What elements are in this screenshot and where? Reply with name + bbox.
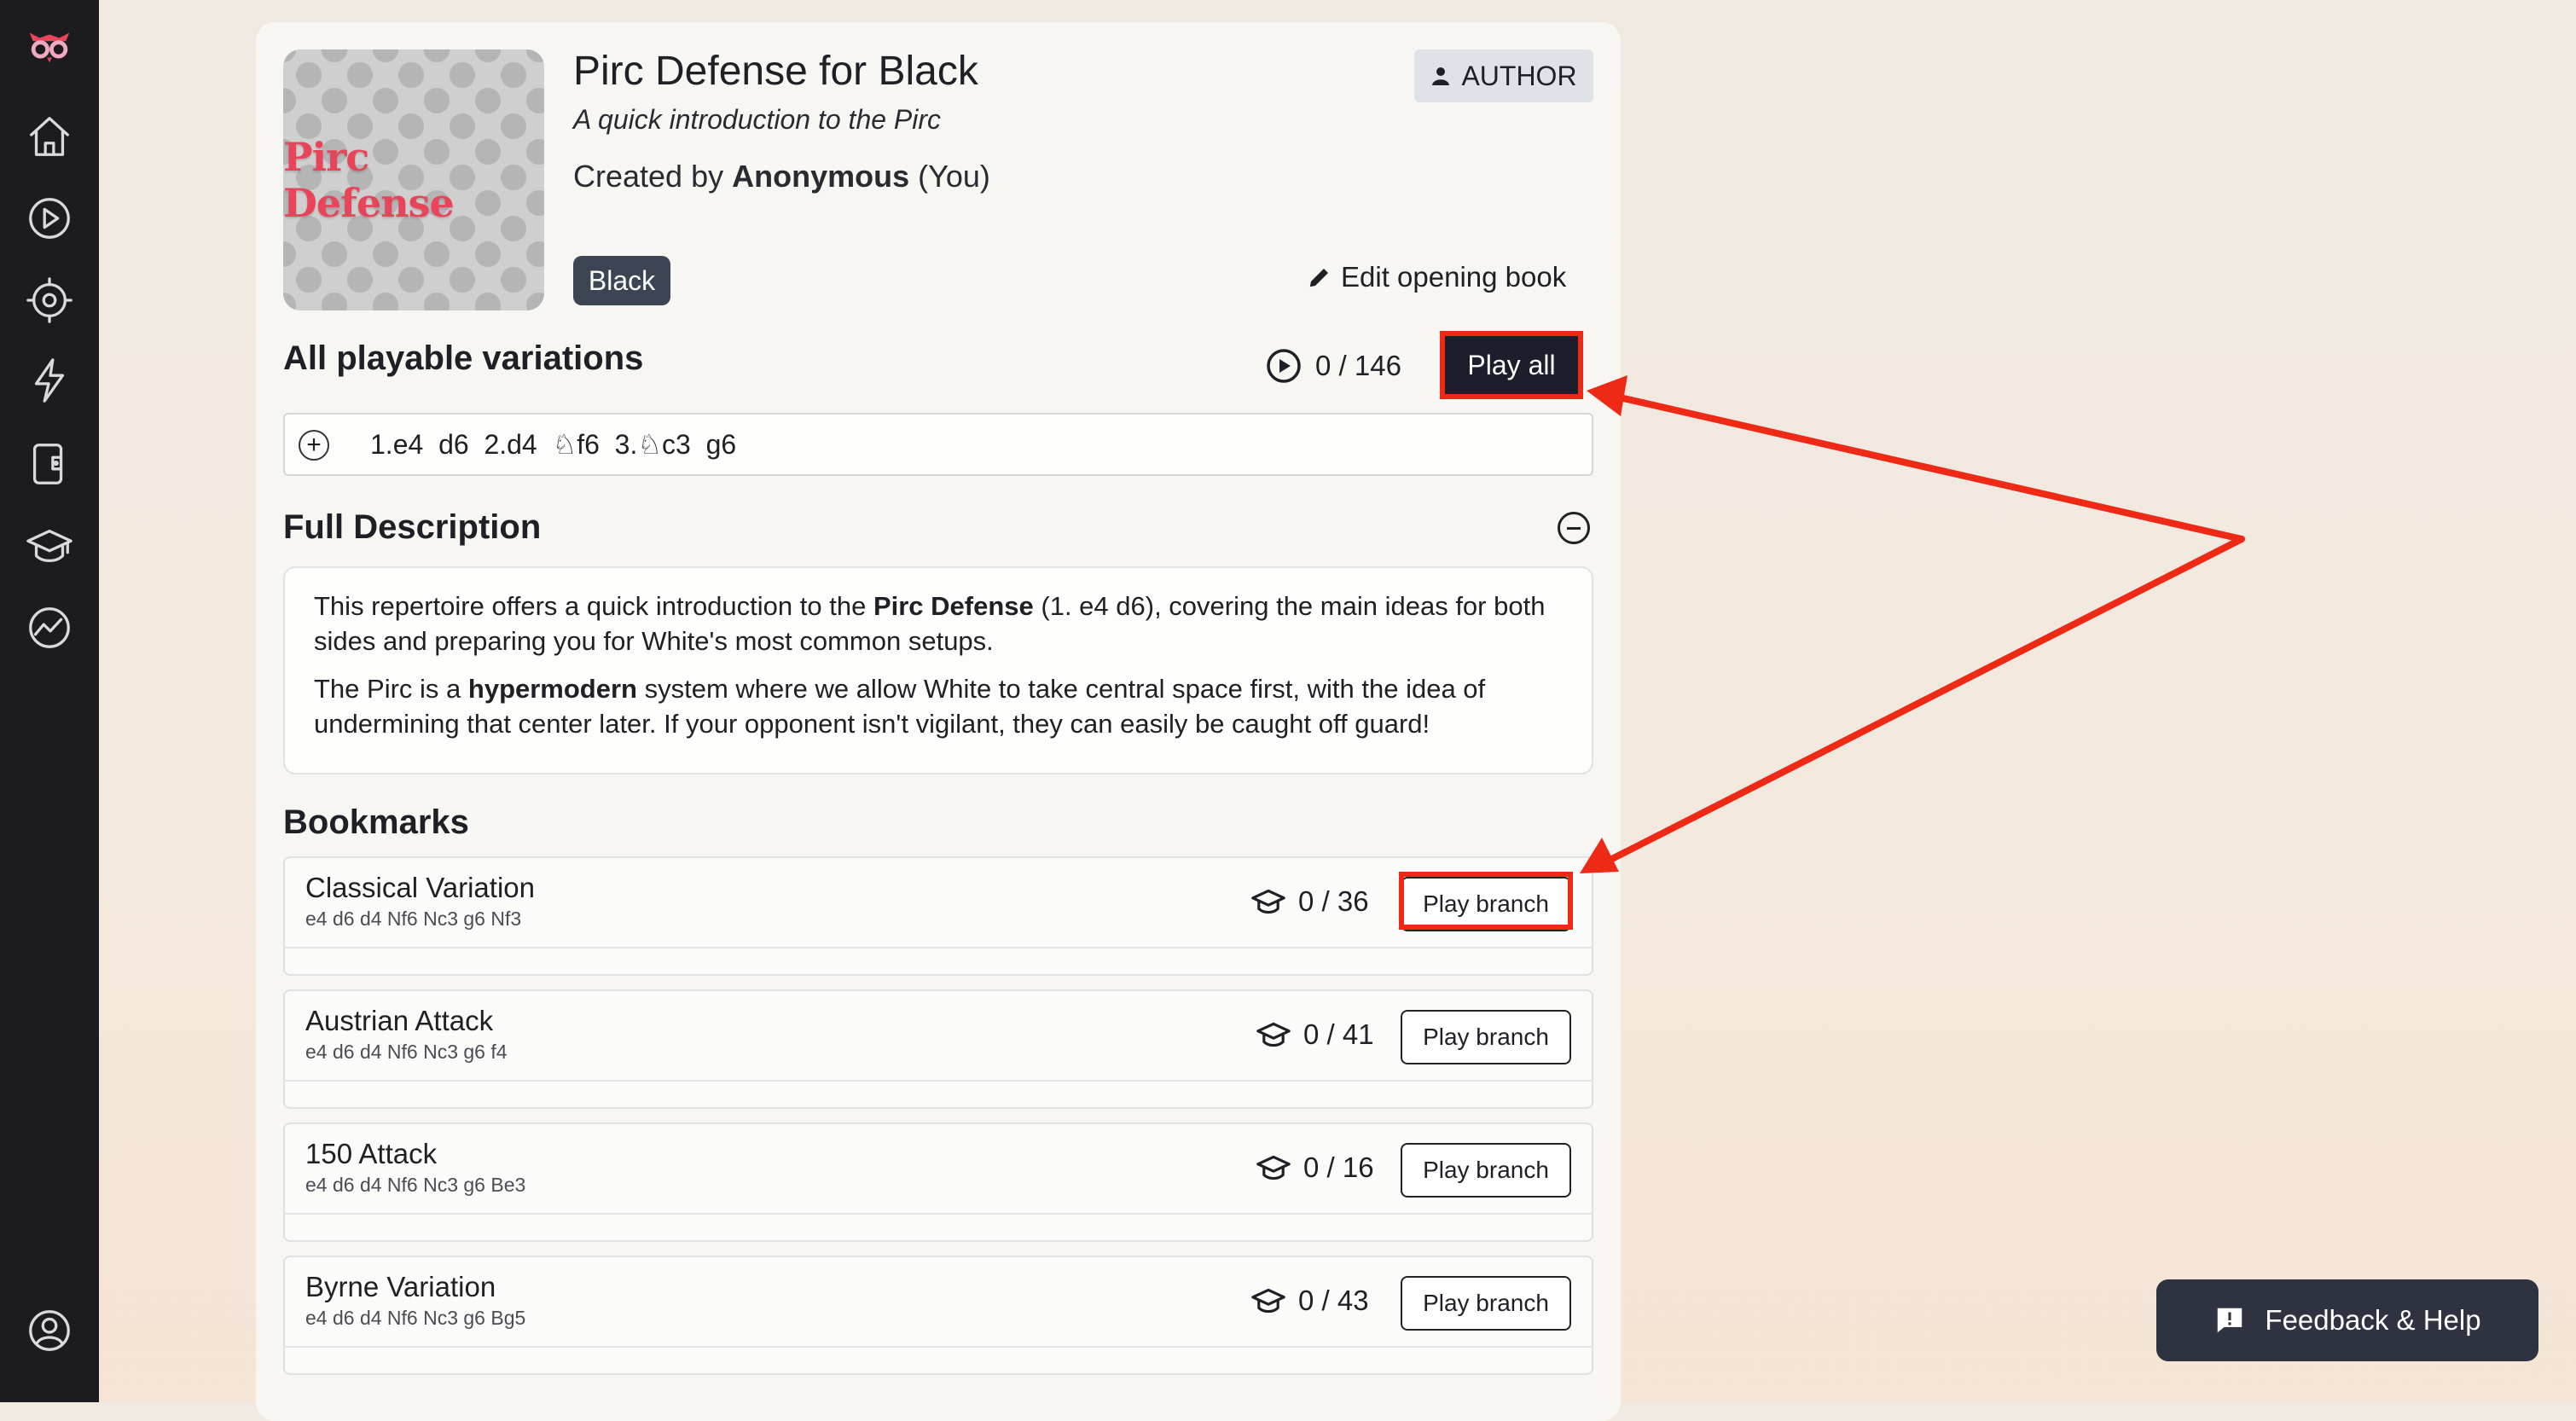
bookmark-moves: e4 d6 d4 Nf6 Nc3 g6 Bg5 bbox=[305, 1307, 526, 1329]
person-icon bbox=[1432, 67, 1450, 85]
description-paragraph: This repertoire offers a quick introduct… bbox=[314, 589, 1563, 658]
bookmark-progress: 0 / 16 bbox=[1256, 1151, 1374, 1184]
user-circle-icon[interactable] bbox=[20, 1302, 78, 1360]
expand-plus-icon[interactable]: + bbox=[299, 430, 329, 461]
target-icon[interactable] bbox=[20, 271, 78, 329]
bookmark-moves: e4 d6 d4 Nf6 Nc3 g6 Nf3 bbox=[305, 908, 522, 930]
bookmark-count: 0 / 36 bbox=[1298, 885, 1369, 917]
play-branch-button[interactable]: Play branch bbox=[1401, 1276, 1571, 1331]
bookmark-progress: 0 / 36 bbox=[1250, 885, 1369, 918]
author-badge[interactable]: AUTHOR bbox=[1414, 49, 1593, 102]
knight-icon: ♘ bbox=[552, 429, 577, 460]
feedback-icon bbox=[2218, 1308, 2242, 1333]
variation-moves: 1.e4 d6 2.d4 ♘f6 3.♘c3 g6 bbox=[370, 428, 736, 461]
bookmark-row: Byrne Variation e4 d6 d4 Nf6 Nc3 g6 Bg5 … bbox=[285, 1257, 1592, 1348]
pencil-icon bbox=[1309, 269, 1328, 287]
move-4: f6 bbox=[577, 429, 600, 460]
lightning-icon[interactable] bbox=[20, 351, 78, 409]
author-label: AUTHOR bbox=[1461, 60, 1577, 91]
variation-row[interactable]: + 1.e4 d6 2.d4 ♘f6 3.♘c3 g6 bbox=[283, 413, 1593, 476]
bookmark-item: 150 Attack e4 d6 d4 Nf6 Nc3 g6 Be3 0 / 1… bbox=[283, 1122, 1593, 1242]
move-2: d6 bbox=[438, 429, 469, 460]
bookmark-name: Byrne Variation bbox=[305, 1271, 496, 1302]
move-3: 2.d4 bbox=[484, 429, 537, 460]
bookmark-count: 0 / 43 bbox=[1298, 1285, 1369, 1316]
bookmark-row: 150 Attack e4 d6 d4 Nf6 Nc3 g6 Be3 0 / 1… bbox=[285, 1124, 1592, 1215]
move-7: g6 bbox=[705, 429, 737, 460]
feedback-label: Feedback & Help bbox=[2265, 1304, 2481, 1336]
owl-logo-icon[interactable] bbox=[20, 17, 78, 75]
chart-icon[interactable] bbox=[20, 599, 78, 657]
book-subtitle: A quick introduction to the Pirc bbox=[573, 104, 942, 135]
created-by: Created by Anonymous (You) bbox=[573, 159, 990, 194]
knight-icon: ♘ bbox=[637, 429, 663, 460]
move-6: c3 bbox=[662, 429, 691, 460]
play-branch-button[interactable]: Play branch bbox=[1401, 1010, 1571, 1064]
description-paragraph: The Pirc is a hypermodern system where w… bbox=[314, 671, 1563, 741]
move-5: 3. bbox=[614, 429, 638, 460]
book-icon[interactable] bbox=[20, 435, 78, 493]
play-icon[interactable] bbox=[20, 189, 78, 247]
page-title: Pirc Defense for Black bbox=[573, 49, 978, 94]
description-box: This repertoire offers a quick introduct… bbox=[283, 566, 1593, 774]
graduation-cap-icon bbox=[1251, 1288, 1285, 1314]
color-tag: Black bbox=[573, 256, 670, 305]
bookmark-row: Classical Variation e4 d6 d4 Nf6 Nc3 g6 … bbox=[285, 858, 1592, 948]
play-branch-button[interactable]: Play branch bbox=[1401, 1143, 1571, 1198]
bookmark-progress: 0 / 41 bbox=[1256, 1018, 1374, 1051]
edit-label: Edit opening book bbox=[1341, 261, 1567, 293]
bookmark-item: Austrian Attack e4 d6 d4 Nf6 Nc3 g6 f4 0… bbox=[283, 989, 1593, 1109]
bookmark-count: 0 / 41 bbox=[1303, 1018, 1374, 1050]
annotation-arrow bbox=[1600, 392, 2245, 867]
bookmark-item: Classical Variation e4 d6 d4 Nf6 Nc3 g6 … bbox=[283, 856, 1593, 976]
variations-count: 0 / 146 bbox=[1315, 350, 1401, 381]
cover-title: Pirc Defense bbox=[283, 134, 455, 226]
bookmarks-heading: Bookmarks bbox=[283, 803, 469, 841]
bookmark-name: 150 Attack bbox=[305, 1138, 438, 1169]
bookmark-item: Byrne Variation e4 d6 d4 Nf6 Nc3 g6 Bg5 … bbox=[283, 1256, 1593, 1375]
move-1: 1.e4 bbox=[370, 429, 424, 460]
variations-progress: 0 / 146 bbox=[1266, 348, 1401, 384]
description-heading: Full Description bbox=[283, 508, 542, 546]
bold-text: Pirc Defense bbox=[873, 591, 1034, 621]
feedback-help-button[interactable]: Feedback & Help bbox=[2156, 1279, 2538, 1361]
creator-name: Anonymous bbox=[732, 159, 910, 194]
bookmark-progress: 0 / 43 bbox=[1250, 1285, 1369, 1317]
graduation-cap-icon bbox=[1256, 1022, 1291, 1047]
collapse-minus-icon[interactable] bbox=[1558, 512, 1590, 544]
bold-text: hypermodern bbox=[467, 674, 637, 704]
bookmark-name: Classical Variation bbox=[305, 872, 535, 903]
graduation-cap-icon[interactable] bbox=[20, 517, 78, 575]
edit-opening-book-link[interactable]: Edit opening book bbox=[1307, 261, 1566, 293]
bookmark-moves: e4 d6 d4 Nf6 Nc3 g6 Be3 bbox=[305, 1174, 526, 1196]
variations-heading: All playable variations bbox=[283, 339, 644, 377]
home-icon[interactable] bbox=[20, 107, 78, 165]
bookmark-row: Austrian Attack e4 d6 d4 Nf6 Nc3 g6 f4 0… bbox=[285, 991, 1592, 1082]
text: The Pirc is a bbox=[314, 674, 468, 704]
creator-suffix: (You) bbox=[918, 159, 990, 194]
created-prefix: Created by bbox=[573, 159, 724, 194]
bookmark-moves: e4 d6 d4 Nf6 Nc3 g6 f4 bbox=[305, 1041, 508, 1063]
sidebar bbox=[0, 0, 99, 1402]
graduation-cap-icon bbox=[1256, 1155, 1291, 1180]
bookmark-count: 0 / 16 bbox=[1303, 1151, 1374, 1183]
annotation-box-play-all bbox=[1440, 331, 1583, 399]
annotation-box-play-branch bbox=[1399, 872, 1573, 930]
bookmark-name: Austrian Attack bbox=[305, 1005, 494, 1036]
book-cover-image: Pirc Defense bbox=[283, 49, 544, 310]
text: This repertoire offers a quick introduct… bbox=[314, 591, 873, 621]
graduation-cap-icon bbox=[1251, 889, 1285, 914]
play-circle-icon bbox=[1267, 349, 1301, 383]
